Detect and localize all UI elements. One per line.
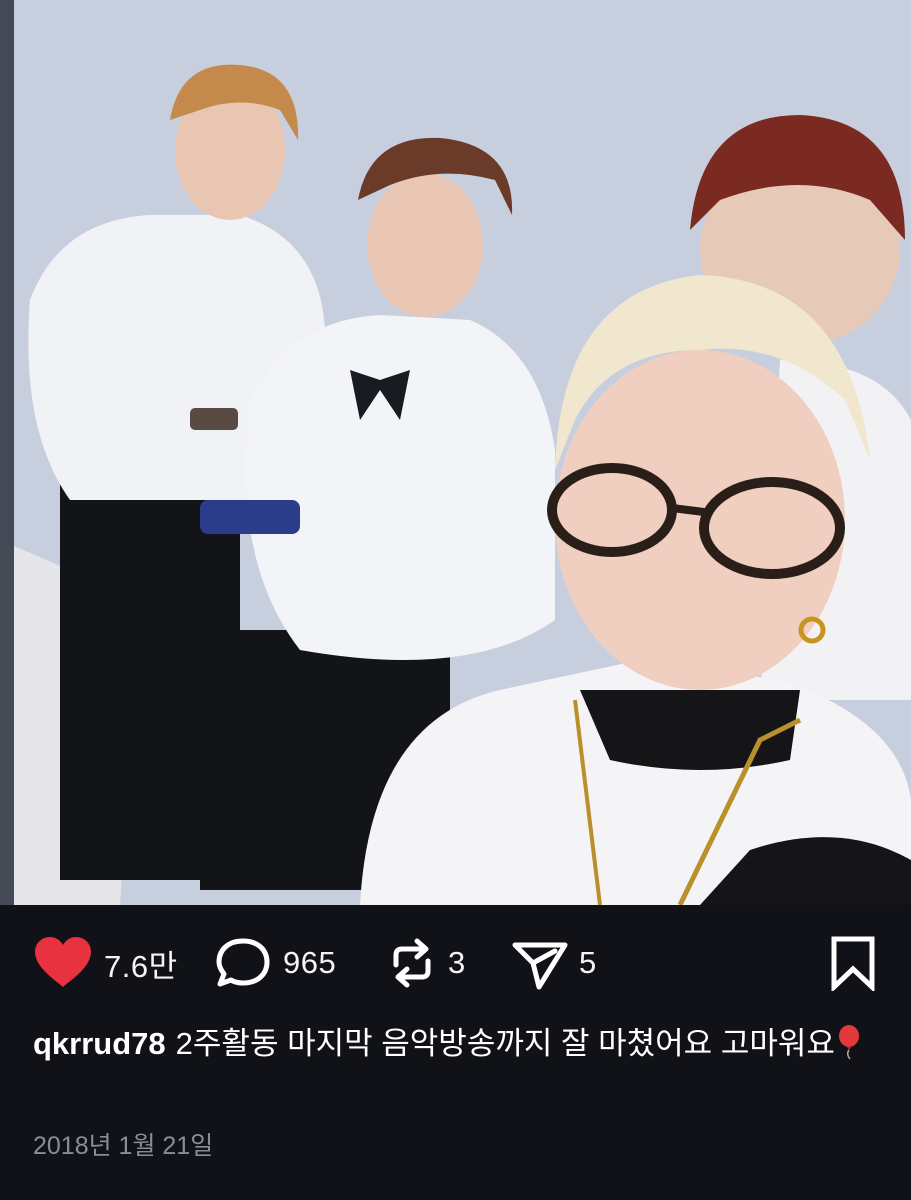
balloon-emoji-icon — [837, 1024, 861, 1072]
like-button[interactable]: 7.6만 — [32, 935, 178, 991]
heart-icon — [35, 937, 91, 987]
repost-arrows-icon — [393, 938, 431, 988]
bookmark-icon — [831, 936, 875, 991]
post-caption: qkrrud78 2주활동 마지막 음악방송까지 잘 마쳤어요 고마워요 — [33, 1022, 883, 1072]
repost-count: 3 — [448, 945, 466, 980]
comment-count: 965 — [283, 945, 337, 980]
post-photo[interactable] — [0, 0, 911, 905]
caption-username[interactable]: qkrrud78 — [33, 1026, 166, 1061]
comment-button[interactable]: 965 — [213, 935, 336, 991]
like-count: 7.6만 — [104, 948, 178, 984]
share-button[interactable]: 5 — [511, 935, 597, 991]
post-date: 2018년 1월 21일 — [33, 1132, 214, 1160]
comment-bubble-icon — [216, 938, 270, 987]
repost-button[interactable]: 3 — [386, 935, 466, 991]
send-paper-plane-icon — [512, 942, 568, 990]
share-count: 5 — [579, 945, 597, 980]
caption-text: 2주활동 마지막 음악방송까지 잘 마쳤어요 고마워요 — [175, 1026, 835, 1061]
post-action-bar: 7.6만 965 3 5 — [0, 905, 911, 1020]
bookmark-button[interactable] — [828, 935, 878, 991]
post-photo-illustration — [0, 0, 911, 905]
